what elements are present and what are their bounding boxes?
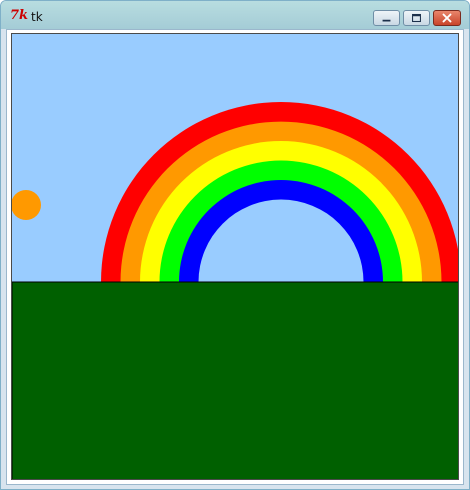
sun <box>12 190 41 220</box>
maximize-button[interactable] <box>403 10 430 26</box>
window-title: tk <box>31 10 43 24</box>
window-client-area <box>6 29 464 485</box>
app-window: 7k tk <box>0 0 470 490</box>
title-bar[interactable]: 7k tk <box>1 1 469 29</box>
close-icon <box>442 13 452 23</box>
ground <box>12 281 458 479</box>
drawing-canvas[interactable] <box>11 33 459 480</box>
maximize-icon <box>412 13 421 23</box>
minimize-button[interactable] <box>373 10 400 26</box>
scene-svg <box>12 34 458 479</box>
tk-logo-icon: 7k <box>10 8 29 23</box>
close-button[interactable] <box>433 10 461 26</box>
minimize-icon <box>382 19 391 22</box>
